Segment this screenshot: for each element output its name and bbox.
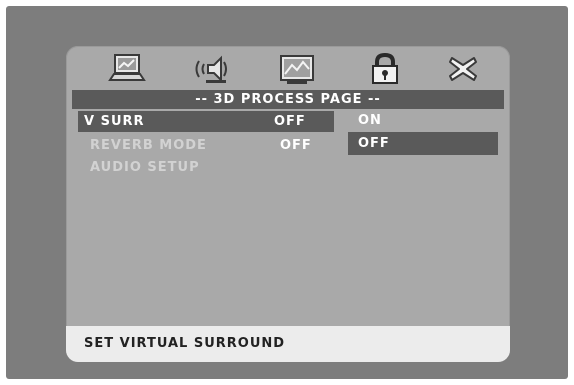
menu-item-value: OFF [280,138,312,153]
menu-item-value: OFF [274,114,306,129]
option-on[interactable]: ON [348,109,498,132]
stage: -- 3D PROCESS PAGE -- V SURR OFF REVERB … [0,0,574,385]
menu-item-label: V SURR [84,114,145,129]
option-submenu: ON OFF [348,109,498,155]
setup-menu-panel: -- 3D PROCESS PAGE -- V SURR OFF REVERB … [66,46,510,362]
video-picture-icon[interactable] [276,51,318,87]
page-title: -- 3D PROCESS PAGE -- [72,90,504,109]
setup-icon-bar [66,46,510,90]
menu-item-label: REVERB MODE [90,138,207,153]
menu-item-label: AUDIO SETUP [90,160,200,175]
exit-icon[interactable] [442,51,484,87]
tv-screen: -- 3D PROCESS PAGE -- V SURR OFF REVERB … [6,6,568,379]
lock-icon[interactable] [364,51,406,87]
menu-item-v-surr[interactable]: V SURR OFF [78,111,334,132]
audio-speaker-icon[interactable] [190,51,232,87]
option-off[interactable]: OFF [348,132,498,155]
status-bar: SET VIRTUAL SURROUND [66,326,510,362]
general-setup-icon[interactable] [106,51,148,87]
